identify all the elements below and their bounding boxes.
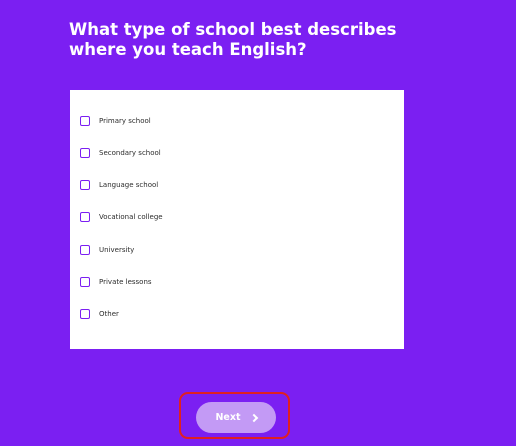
option-label: Primary school xyxy=(99,117,151,125)
checkbox[interactable] xyxy=(80,180,90,190)
option-primary-school[interactable]: Primary school xyxy=(80,113,151,129)
chevron-right-icon xyxy=(249,413,258,422)
option-university[interactable]: University xyxy=(80,242,134,258)
option-label: Vocational college xyxy=(99,213,163,221)
next-button-label: Next xyxy=(215,412,241,423)
option-label: Language school xyxy=(99,181,159,189)
checkbox[interactable] xyxy=(80,148,90,158)
option-language-school[interactable]: Language school xyxy=(80,177,158,193)
option-private-lessons[interactable]: Private lessons xyxy=(80,274,152,290)
checkbox[interactable] xyxy=(80,212,90,222)
checkbox[interactable] xyxy=(80,116,90,126)
option-label: Secondary school xyxy=(99,149,161,157)
option-label: Other xyxy=(99,310,119,318)
checkbox[interactable] xyxy=(80,245,90,255)
options-card: Primary school Secondary school Language… xyxy=(70,90,404,349)
option-secondary-school[interactable]: Secondary school xyxy=(80,145,161,161)
checkbox[interactable] xyxy=(80,309,90,319)
question-title: What type of school best describes where… xyxy=(69,20,397,59)
option-vocational-college[interactable]: Vocational college xyxy=(80,209,163,225)
option-other[interactable]: Other xyxy=(80,306,119,322)
next-button[interactable]: Next xyxy=(196,402,276,433)
checkbox[interactable] xyxy=(80,277,90,287)
option-label: University xyxy=(99,246,135,254)
option-label: Private lessons xyxy=(99,278,152,286)
